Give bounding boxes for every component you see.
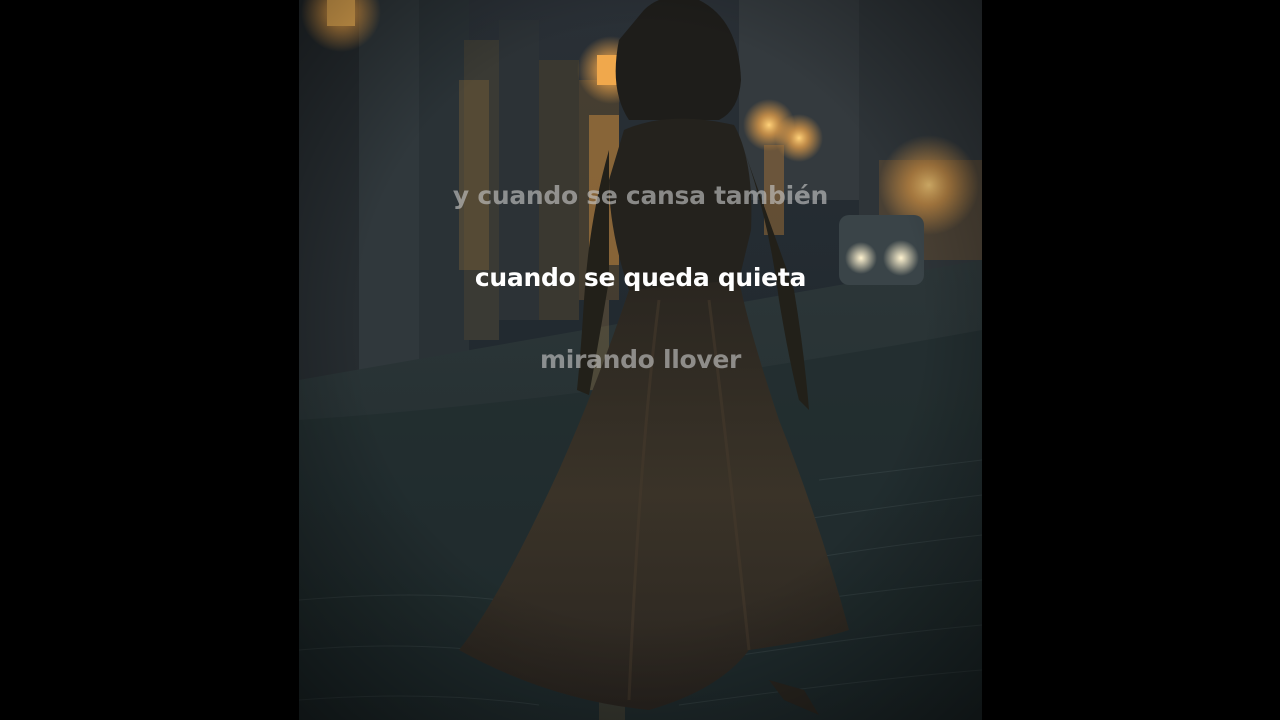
video-frame: y cuando se cansa también cuando se qued… xyxy=(299,0,982,720)
lyric-line-current: cuando se queda quieta xyxy=(474,263,807,292)
lyric-line-previous: y cuando se cansa también xyxy=(452,181,829,210)
video-player[interactable]: y cuando se cansa también cuando se qued… xyxy=(0,0,1280,720)
lyric-line-next: mirando llover xyxy=(539,345,742,374)
